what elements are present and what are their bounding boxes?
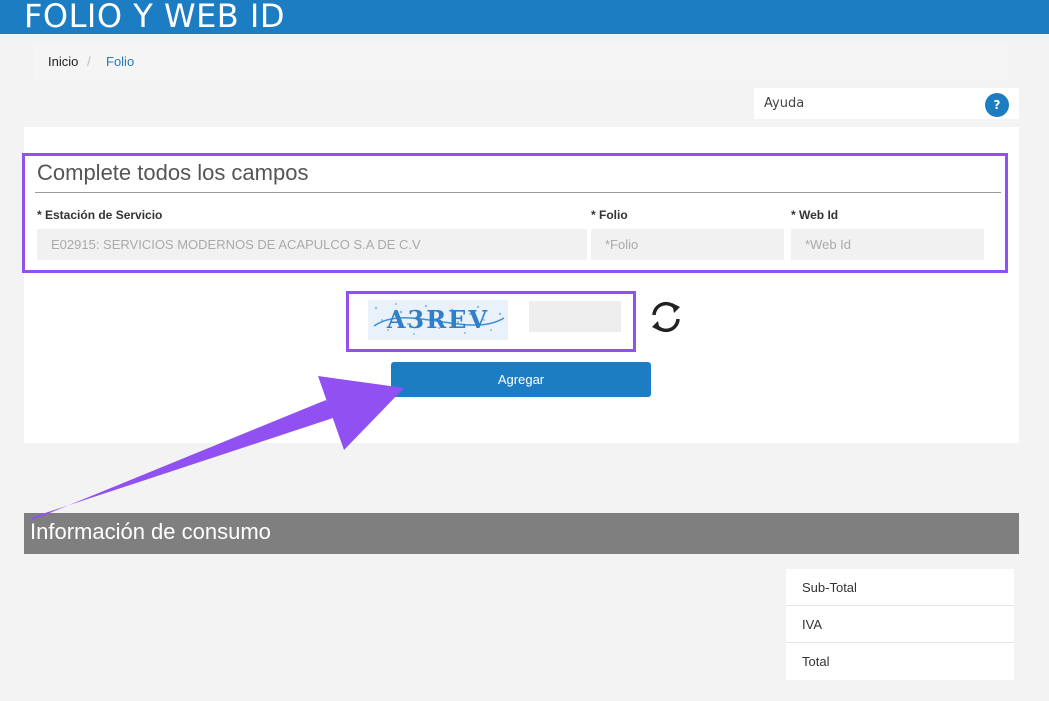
page-header: FOLIO Y WEB ID (0, 0, 1049, 34)
iva-row: IVA (786, 606, 1014, 643)
station-label: * Estación de Servicio (37, 208, 163, 222)
page-title: FOLIO Y WEB ID (24, 0, 285, 34)
breadcrumb-home-link[interactable]: Inicio (48, 44, 78, 80)
form-fields-highlight: Complete todos los campos * Estación de … (22, 153, 1008, 273)
help-bar[interactable]: Ayuda ? (754, 88, 1019, 119)
totals-table: Sub-Total IVA Total (786, 569, 1014, 680)
help-label: Ayuda (764, 96, 805, 111)
breadcrumb-current: Folio (106, 54, 135, 69)
webid-label: * Web Id (791, 208, 839, 222)
total-row: Total (802, 654, 830, 669)
form-divider (35, 192, 1001, 193)
webid-input[interactable]: *Web Id (791, 229, 984, 260)
form-title: Complete todos los campos (37, 160, 309, 185)
breadcrumb: Inicio / Folio (34, 44, 1008, 80)
captcha-image: A3REV (368, 300, 508, 340)
captcha-text: A3REV (386, 305, 489, 334)
consumo-section-header: Información de consumo (24, 513, 1019, 554)
refresh-icon[interactable] (646, 297, 686, 337)
station-select[interactable]: E02915: SERVICIOS MODERNOS DE ACAPULCO S… (37, 229, 587, 260)
subtotal-row: Sub-Total (786, 569, 1014, 606)
captcha-highlight: A3REV (346, 291, 636, 352)
folio-form-card: Complete todos los campos * Estación de … (22, 127, 1019, 443)
consumo-title: Información de consumo (30, 519, 271, 544)
question-icon[interactable]: ? (985, 93, 1009, 117)
captcha-input[interactable] (529, 301, 621, 332)
folio-label: * Folio (591, 208, 628, 222)
add-button[interactable]: Agregar (391, 362, 651, 397)
breadcrumb-separator: / (87, 54, 91, 69)
folio-input[interactable]: *Folio (591, 229, 784, 260)
